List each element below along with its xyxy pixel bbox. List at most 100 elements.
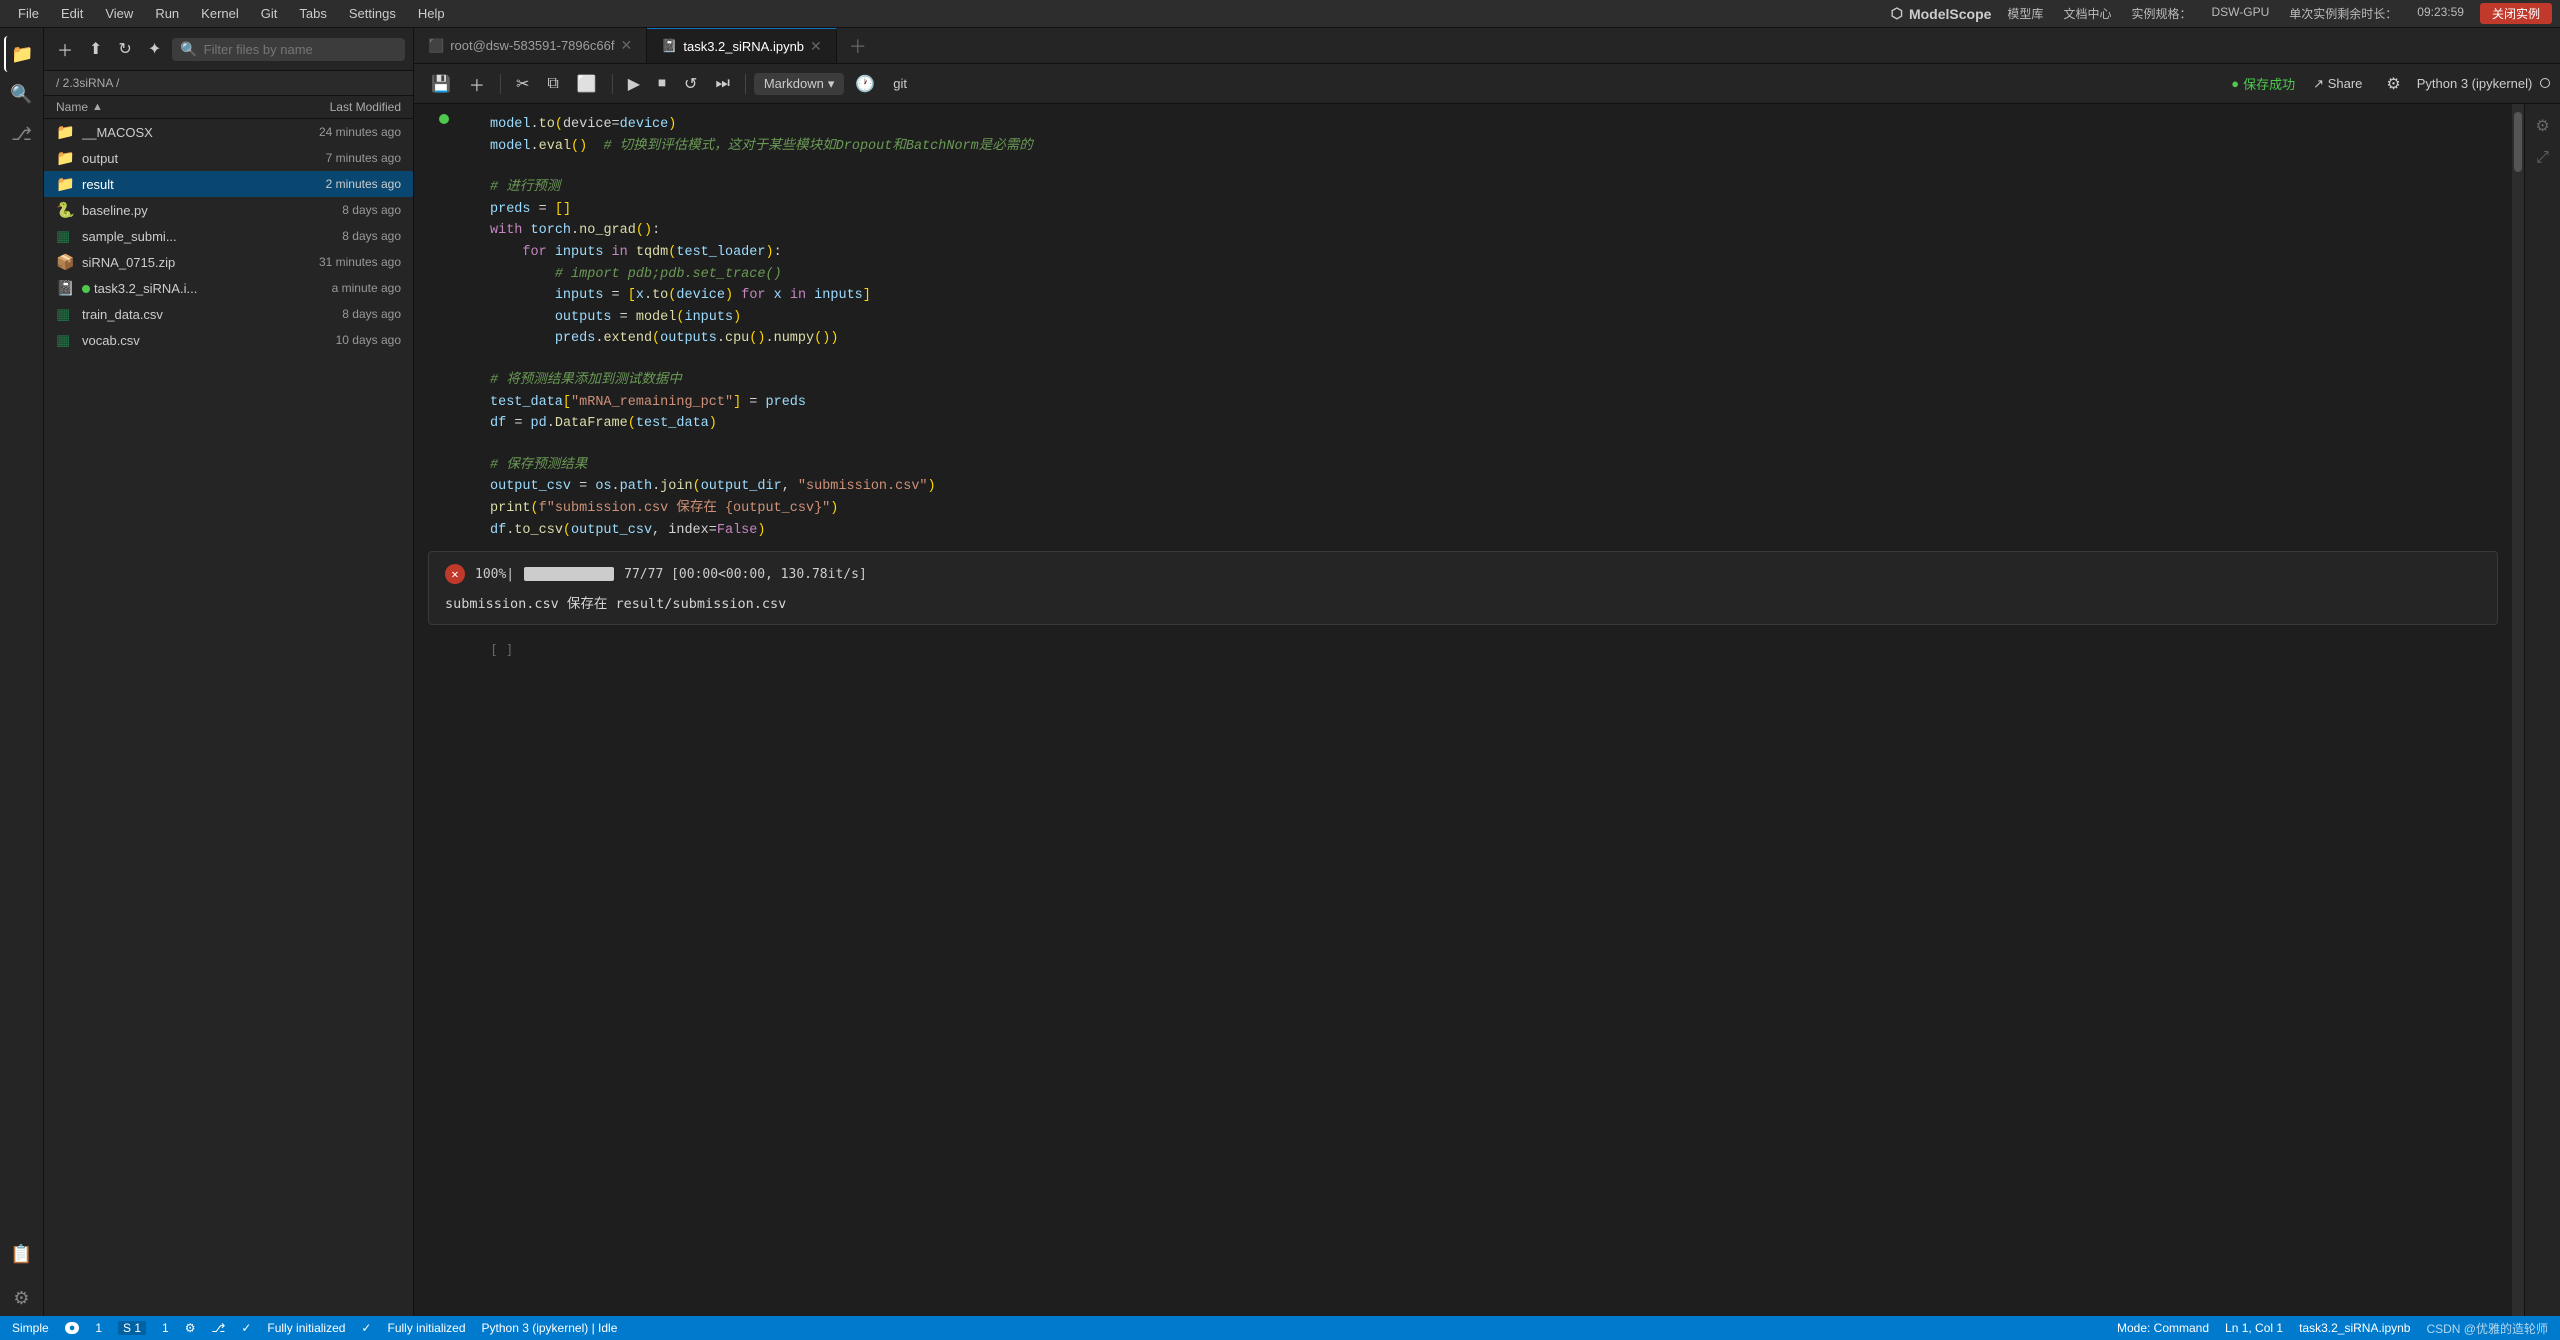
file-modified: 8 days ago — [261, 307, 401, 321]
separator-3 — [745, 74, 746, 94]
search-box[interactable]: 🔍 — [172, 38, 405, 61]
menu-run[interactable]: Run — [145, 4, 189, 23]
menu-view[interactable]: View — [95, 4, 143, 23]
file-name: result — [82, 177, 261, 192]
file-row[interactable]: 📁result2 minutes ago — [44, 171, 413, 197]
status-bar: Simple ● 1 S 1 1 ⚙ ⎇ ✓ Fully initialized… — [0, 1316, 2560, 1340]
col-name-header[interactable]: Name ▲ — [56, 100, 261, 114]
kernel-idle-status: Python 3 (ipykernel) | Idle — [482, 1321, 618, 1335]
file-row[interactable]: ▦train_data.csv8 days ago — [44, 301, 413, 327]
menu-file[interactable]: File — [8, 4, 49, 23]
run-indicator-1 — [439, 114, 449, 124]
cell-content-4[interactable]: # 保存预测结果 output_csv = os.path.join(outpu… — [474, 445, 2512, 551]
code-block-3: # 将预测结果添加到测试数据中 test_data["mRNA_remainin… — [490, 370, 2498, 435]
file-list-header[interactable]: Name ▲ Last Modified — [44, 96, 413, 119]
restart-button[interactable]: ↺ — [677, 70, 704, 98]
terminal-icon: ⬛ — [428, 38, 444, 54]
cell-content-2[interactable]: # 进行预测 preds = [] with torch.no_grad(): … — [474, 167, 2512, 360]
main: 📁 🔍 ⎇ 📋 ⚙ ＋ ⬆ ↻ ✦ 🔍 / 2.3siRNA / Name ▲ … — [0, 28, 2560, 1316]
new-tab-button[interactable]: ＋ — [837, 33, 879, 59]
separator-1 — [500, 74, 501, 94]
docs-link[interactable]: 文档中心 — [2063, 5, 2111, 22]
run-button[interactable]: ▶ — [621, 70, 647, 98]
tab-bar: ⬛ root@dsw-583591-7896c66f ✕ 📓 task3.2_s… — [414, 28, 2560, 64]
cell-content-3[interactable]: # 将预测结果添加到测试数据中 test_data["mRNA_remainin… — [474, 360, 2512, 445]
right-expand-icon[interactable]: ⤢ — [2529, 144, 2557, 172]
file-modified: 8 days ago — [261, 203, 401, 217]
code-cell-2[interactable]: # 进行预测 preds = [] with torch.no_grad(): … — [414, 167, 2512, 360]
search-input[interactable] — [204, 42, 397, 57]
sidebar-icon-git[interactable]: ⎇ — [4, 116, 40, 152]
close-instance-button[interactable]: 关闭实例 — [2480, 3, 2552, 24]
sidebar-icon-extensions[interactable]: 📋 — [4, 1236, 40, 1272]
right-settings-icon[interactable]: ⚙ — [2529, 112, 2557, 140]
file-name: task3.2_siRNA.i... — [82, 281, 261, 296]
progress-bar-fill — [524, 567, 614, 581]
tab-notebook[interactable]: 📓 task3.2_siRNA.ipynb ✕ — [647, 28, 837, 63]
code-block-4: # 保存预测结果 output_csv = os.path.join(outpu… — [490, 455, 2498, 541]
file-row[interactable]: 📓task3.2_siRNA.i...a minute ago — [44, 275, 413, 301]
code-cell-3[interactable]: # 将预测结果添加到测试数据中 test_data["mRNA_remainin… — [414, 360, 2512, 445]
simple-mode-label: Simple — [12, 1321, 49, 1335]
progress-stats: 77/77 [00:00<00:00, 130.78it/s] — [624, 567, 867, 582]
kernel-status-icon — [2540, 78, 2550, 88]
tab-notebook-label: task3.2_siRNA.ipynb — [683, 39, 804, 54]
file-row[interactable]: 📁__MACOSX24 minutes ago — [44, 119, 413, 145]
upload-button[interactable]: ⬆ — [84, 36, 107, 62]
file-modified: 8 days ago — [261, 229, 401, 243]
file-toolbar: ＋ ⬆ ↻ ✦ 🔍 — [44, 28, 413, 71]
cell-content-1[interactable]: model.to(device=device) model.eval() # 切… — [474, 104, 2512, 167]
code-cell-1[interactable]: model.to(device=device) model.eval() # 切… — [414, 104, 2512, 167]
notebook-settings-button[interactable]: ⚙ — [2380, 71, 2406, 97]
file-row[interactable]: ▦sample_submi...8 days ago — [44, 223, 413, 249]
sidebar-icon-files[interactable]: 📁 — [4, 36, 40, 72]
notebook-scrollbar[interactable] — [2512, 104, 2524, 1316]
file-row[interactable]: 🐍baseline.py8 days ago — [44, 197, 413, 223]
tab-notebook-close[interactable]: ✕ — [810, 38, 822, 55]
menu-tabs[interactable]: Tabs — [289, 4, 336, 23]
model-library[interactable]: 模型库 — [2007, 5, 2043, 22]
menu-settings[interactable]: Settings — [339, 4, 406, 23]
stop-button[interactable]: ⏹ — [651, 71, 673, 97]
git-button[interactable]: git — [886, 72, 914, 95]
fastforward-button[interactable]: ⏭ — [708, 71, 736, 97]
notebook-area: ⬛ root@dsw-583591-7896c66f ✕ 📓 task3.2_s… — [414, 28, 2560, 1316]
more-button[interactable]: ✦ — [143, 36, 166, 62]
toggle-icon[interactable]: ● — [65, 1322, 80, 1334]
cell-content-empty[interactable]: [ ] — [474, 633, 2512, 668]
code-block-1: model.to(device=device) model.eval() # 切… — [490, 114, 2498, 157]
refresh-button[interactable]: ↻ — [113, 36, 136, 62]
file-row[interactable]: 📦siRNA_0715.zip31 minutes ago — [44, 249, 413, 275]
timer-label: 单次实例剩余时长： — [2289, 5, 2397, 22]
cut-button[interactable]: ✂ — [509, 70, 536, 98]
menu-kernel[interactable]: Kernel — [191, 4, 249, 23]
output-progress: ✕ 100%| 77/77 [00:00<00:00, 130.78it/s] — [445, 564, 2481, 584]
tab-terminal-close[interactable]: ✕ — [620, 37, 632, 54]
add-cell-button[interactable]: ＋ — [462, 68, 492, 100]
new-folder-button[interactable]: ＋ — [52, 34, 78, 64]
settings-icon[interactable]: ⚙ — [185, 1321, 196, 1335]
cell-type-dropdown[interactable]: Markdown ▾ — [754, 73, 845, 95]
menu-help[interactable]: Help — [408, 4, 455, 23]
file-row[interactable]: ▦vocab.csv10 days ago — [44, 327, 413, 353]
stop-icon[interactable]: ✕ — [445, 564, 465, 584]
sidebar-icon-settings[interactable]: ⚙ — [4, 1280, 40, 1316]
save-button[interactable]: 💾 — [424, 70, 458, 98]
paste-button[interactable]: ⬜ — [570, 70, 604, 98]
menu-edit[interactable]: Edit — [51, 4, 93, 23]
file-name: baseline.py — [82, 203, 261, 218]
file-row[interactable]: 📁output7 minutes ago — [44, 145, 413, 171]
status-initialized-1: Fully initialized — [267, 1321, 345, 1335]
share-label: Share — [2328, 76, 2363, 91]
code-cell-empty[interactable]: [ ] — [414, 633, 2512, 668]
col-modified-header[interactable]: Last Modified — [261, 100, 401, 114]
code-cell-4[interactable]: # 保存预测结果 output_csv = os.path.join(outpu… — [414, 445, 2512, 551]
copy-button[interactable]: ⧉ — [540, 71, 565, 97]
share-button[interactable]: ↗ Share — [2305, 73, 2370, 95]
clock-button[interactable]: 🕐 — [848, 70, 882, 98]
scroll-thumb[interactable] — [2514, 112, 2522, 172]
tab-terminal[interactable]: ⬛ root@dsw-583591-7896c66f ✕ — [414, 28, 647, 63]
sidebar-icon-search[interactable]: 🔍 — [4, 76, 40, 112]
menu-git[interactable]: Git — [251, 4, 288, 23]
file-panel: ＋ ⬆ ↻ ✦ 🔍 / 2.3siRNA / Name ▲ Last Modif… — [44, 28, 414, 1316]
